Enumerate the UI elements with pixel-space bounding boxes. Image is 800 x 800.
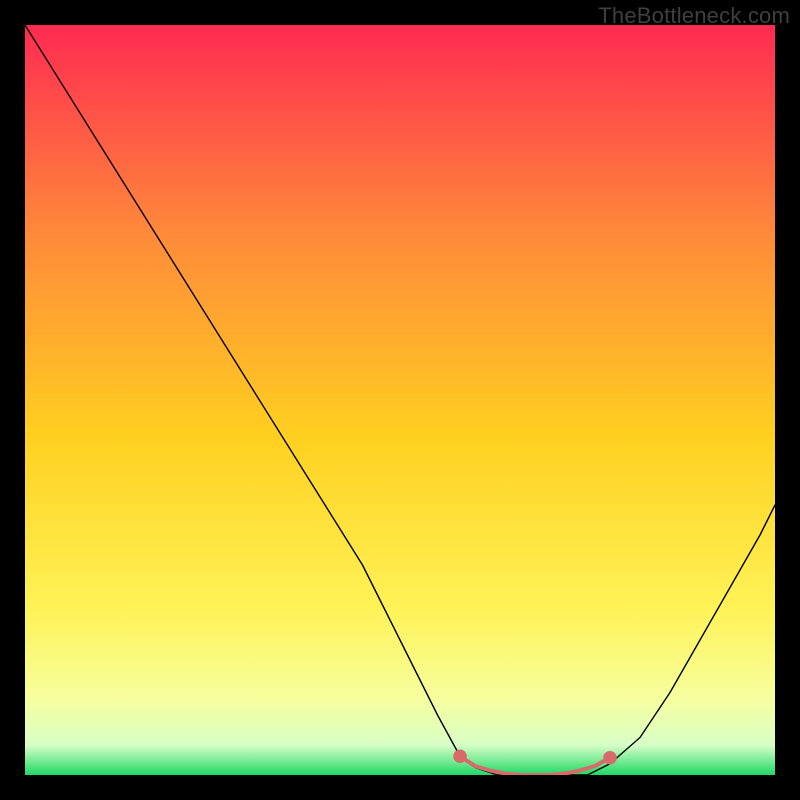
plot-background bbox=[25, 25, 775, 775]
bottleneck-plot bbox=[25, 25, 775, 775]
marker-dot bbox=[453, 750, 466, 764]
watermark-text: TheBottleneck.com bbox=[598, 3, 790, 29]
marker-dot bbox=[603, 751, 617, 765]
chart-frame: TheBottleneck.com bbox=[0, 0, 800, 800]
